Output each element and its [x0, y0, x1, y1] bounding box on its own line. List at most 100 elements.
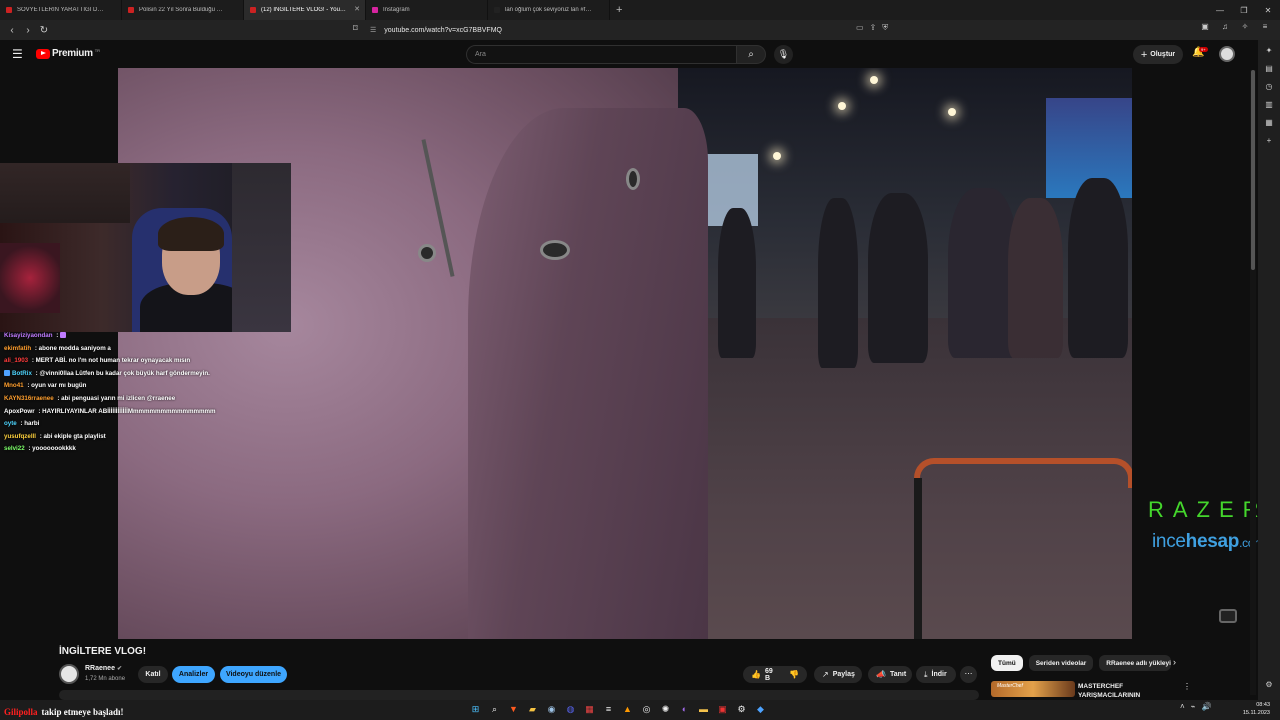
discord-icon[interactable]: ◍	[563, 702, 578, 717]
system-clock[interactable]: 08:43 15.11.2023	[1238, 701, 1270, 717]
volume-icon[interactable]: 🔊	[1202, 702, 1212, 711]
like-dislike-button[interactable]: 👍 69 B 👎	[743, 666, 807, 683]
tab-title: (12) İNGİLTERE VLOG! - YouTube	[261, 7, 354, 13]
recommended-video-title[interactable]: MASTERCHEF YARIŞMACILARININ	[1078, 682, 1174, 698]
back-icon[interactable]: ‹	[4, 25, 20, 36]
browser-tab[interactable]: Polisin 22 Yıl Sonra Bulduğu Gerçek ...	[122, 0, 244, 20]
share-button[interactable]: ↗ Paylaş	[814, 666, 862, 683]
chevron-right-icon[interactable]: ›	[1173, 657, 1176, 667]
filter-chip[interactable]: RRaenee adlı yükleyici	[1099, 655, 1172, 671]
hamburger-menu-icon[interactable]: ☰	[12, 47, 23, 61]
sidebar-bookmarks-icon[interactable]: ▥	[1264, 100, 1274, 110]
video-frame-person	[1068, 178, 1128, 358]
new-tab-icon[interactable]: +	[616, 4, 622, 16]
verified-icon: ✔	[116, 666, 122, 672]
shield-icon[interactable]: ⛨	[882, 23, 888, 33]
browser-tab[interactable]: (12) İNGİLTERE VLOG! - YouTube ✕	[244, 0, 366, 20]
sidebar-history-icon[interactable]: ◷	[1264, 82, 1274, 92]
thumbs-down-icon[interactable]: 👎	[789, 670, 799, 679]
menu-icon[interactable]: ≡	[1258, 22, 1272, 31]
like-count: 69 B	[764, 667, 773, 682]
share-page-icon[interactable]: ⇪	[870, 23, 877, 33]
brave-icon[interactable]: ▼	[506, 702, 521, 717]
promote-button[interactable]: 📣 Tanıt	[868, 666, 912, 683]
sidebar-wallet-icon[interactable]: ▤	[1264, 64, 1274, 74]
channel-avatar[interactable]	[59, 664, 79, 684]
steam-icon[interactable]: ◉	[544, 702, 559, 717]
network-icon[interactable]: ⌁	[1191, 702, 1196, 711]
edit-video-button[interactable]: Videoyu düzenle	[220, 666, 287, 683]
close-window-icon[interactable]: ✕	[1256, 6, 1280, 15]
app-purple-icon[interactable]: ◐	[677, 702, 692, 717]
site-info-icon[interactable]: ☰	[370, 26, 376, 34]
megaphone-icon: 📣	[876, 670, 886, 679]
maximize-icon[interactable]: ❐	[1232, 6, 1256, 15]
music-icon[interactable]: ♫	[1218, 22, 1232, 31]
webcam-red-light	[0, 243, 60, 313]
sponsor-text-a: ince	[1152, 531, 1186, 552]
reload-icon[interactable]: ↻	[36, 25, 52, 36]
address-actions: ▭ ⇪ ⛨	[856, 23, 888, 33]
ai-icon[interactable]: ✧	[1238, 22, 1252, 31]
settings-taskbar-icon[interactable]: ⚙	[734, 702, 749, 717]
description-box[interactable]	[59, 690, 979, 700]
calendar-icon[interactable]: ▦	[582, 702, 597, 717]
create-button[interactable]: + Oluştur	[1133, 45, 1183, 64]
download-button[interactable]: ⤓ İndir	[916, 666, 956, 683]
sidebar-reading-icon[interactable]: ▦	[1264, 118, 1274, 128]
tray-expand-icon[interactable]: ˄	[1180, 702, 1185, 711]
recommended-video-thumbnail[interactable]: MasterChef	[991, 681, 1075, 697]
browser-tab[interactable]: lan oğlum çok seviyoruz lan #fyp #p...	[488, 0, 610, 20]
wallet-icon[interactable]: ▣	[1198, 22, 1212, 31]
chat-message: ekimfatih : abone modda saniyom a	[4, 343, 304, 356]
minimize-icon[interactable]: —	[1208, 6, 1232, 15]
recommended-more-icon[interactable]: ⋮	[1183, 682, 1191, 691]
account-avatar[interactable]	[1219, 46, 1235, 62]
analytics-button[interactable]: Analizler	[172, 666, 215, 683]
follower-name: Gilipolla	[4, 707, 38, 717]
join-button[interactable]: Katıl	[138, 666, 168, 683]
url-text: youtube.com/watch?v=xcG7BBVFMQ	[384, 26, 502, 34]
search-taskbar-icon[interactable]: ⌕	[487, 702, 502, 717]
app-red-icon[interactable]: ▣	[715, 702, 730, 717]
chat-message: ali_1903 : MERT ABİ. no I'm not human te…	[4, 355, 304, 368]
chat-message: ApoxPowr : HAYIRLIYAYINLAR ABİİİİİİİİİİİ…	[4, 406, 304, 419]
tab-close-icon[interactable]: ✕	[354, 5, 360, 13]
filter-chip[interactable]: Tümü	[991, 655, 1023, 671]
folder-icon[interactable]: ▰	[525, 702, 540, 717]
vlc-icon[interactable]: ▲	[620, 702, 635, 717]
obs-icon[interactable]: ◎	[639, 702, 654, 717]
youtube-logo[interactable]: Premium TR	[36, 48, 100, 59]
sidebar-ai-icon[interactable]: ✦	[1264, 46, 1274, 56]
chatgpt-icon[interactable]: ✺	[658, 702, 673, 717]
channel-name-text: RRaenee	[85, 665, 115, 672]
app-yellow-icon[interactable]: ▬	[696, 702, 711, 717]
search-input[interactable]: Ara	[466, 45, 736, 64]
filter-chip[interactable]: Seriden videolar	[1028, 655, 1094, 671]
bookmark-icon[interactable]: ⌑	[353, 23, 358, 34]
app-blue-icon[interactable]: ◆	[753, 702, 768, 717]
forward-icon[interactable]: ›	[20, 25, 36, 36]
video-frame-light	[948, 108, 956, 116]
sidebar-settings-icon[interactable]: ⚙	[1264, 680, 1274, 690]
miniplayer-icon[interactable]	[1219, 609, 1237, 623]
browser-tab[interactable]: SOVYETLERİN YARATTIĞI DÜNYANIN...	[0, 0, 122, 20]
scrollbar-thumb[interactable]	[1251, 70, 1255, 270]
url-field[interactable]: ☰ youtube.com/watch?v=xcG7BBVFMQ	[370, 23, 900, 37]
chat-username: selvi22	[4, 445, 25, 453]
browser-tab[interactable]: Instagram	[366, 0, 488, 20]
chat-text: HAYIRLIYAYINLAR ABİİİİİİİİİİİİMmmmmmmmmm…	[42, 407, 216, 415]
tab-favicon-icon	[250, 7, 256, 13]
search-button[interactable]: ⌕	[736, 45, 766, 64]
clock-date: 15.11.2023	[1242, 710, 1270, 716]
chat-message: Mno41 : oyun var mı bugün	[4, 380, 304, 393]
sidebar-add-icon[interactable]: +	[1264, 136, 1274, 146]
more-actions-icon[interactable]: ⋯	[960, 666, 977, 683]
channel-name[interactable]: RRaenee ✔	[85, 665, 122, 672]
page-scrollbar[interactable]	[1250, 70, 1256, 695]
voice-search-button[interactable]: 🎙	[774, 45, 793, 64]
cast-icon[interactable]: ▭	[856, 23, 864, 33]
subscriber-count: 1,72 Mn abone	[85, 676, 126, 682]
terminal-icon[interactable]: ≡	[601, 702, 616, 717]
start-icon[interactable]: ⊞	[468, 702, 483, 717]
